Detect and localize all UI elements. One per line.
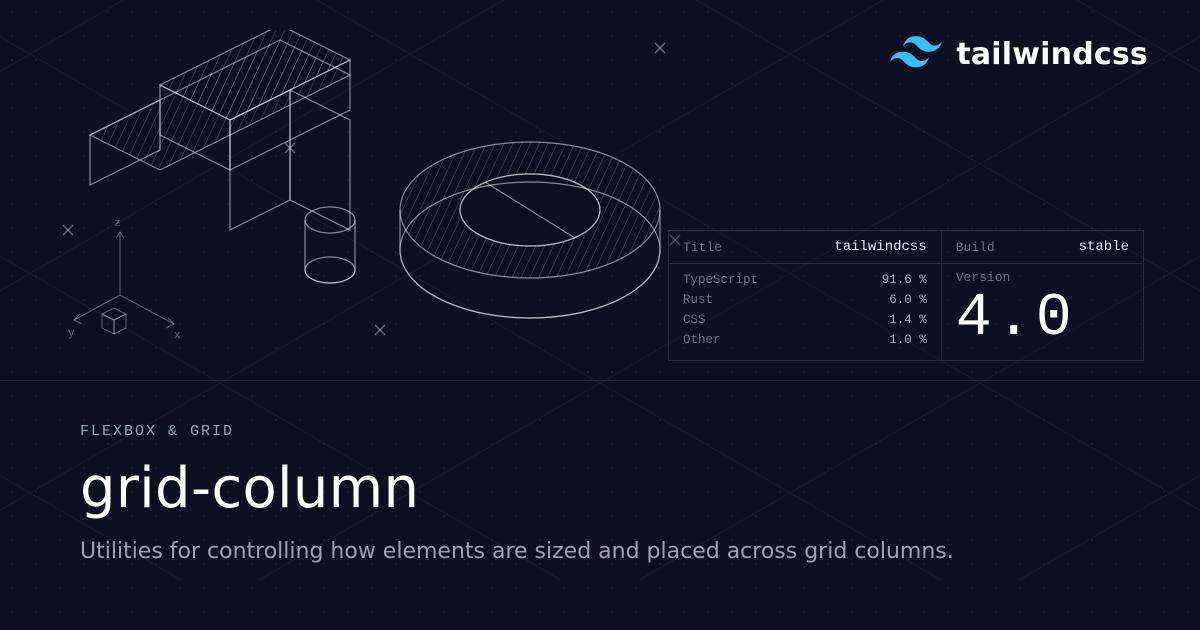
page-subtitle: Utilities for controlling how elements a… bbox=[80, 539, 1120, 564]
info-version-label: Version bbox=[956, 266, 1129, 285]
info-build-label: Build bbox=[956, 240, 995, 255]
languages-list: TypeScript91.6 % Rust6.0 % CSS1.4 % Othe… bbox=[669, 264, 941, 360]
language-row: Other1.0 % bbox=[683, 330, 927, 350]
page-content: FLEXBOX & GRID grid-column Utilities for… bbox=[0, 380, 1200, 630]
info-title-value: tailwindcss bbox=[834, 239, 926, 255]
language-row: TypeScript91.6 % bbox=[683, 270, 927, 290]
category-eyebrow: FLEXBOX & GRID bbox=[80, 423, 1120, 440]
brand-logo: tailwindcss bbox=[890, 36, 1148, 72]
brand-name: tailwindcss bbox=[956, 37, 1148, 72]
page-title: grid-column bbox=[80, 456, 1120, 521]
axis-z-label: z bbox=[114, 218, 121, 230]
info-build-value: stable bbox=[1079, 239, 1129, 255]
axis-y-label: y bbox=[68, 328, 75, 340]
axis-x-label: x bbox=[174, 330, 181, 342]
info-version-value: 4.0 bbox=[956, 285, 1129, 354]
meta-info-panel: Title tailwindcss TypeScript91.6 % Rust6… bbox=[668, 230, 1144, 361]
language-row: Rust6.0 % bbox=[683, 290, 927, 310]
info-title-label: Title bbox=[683, 240, 722, 255]
axes-widget: z x y bbox=[70, 220, 190, 360]
tailwind-logo-icon bbox=[890, 36, 942, 72]
language-row: CSS1.4 % bbox=[683, 310, 927, 330]
